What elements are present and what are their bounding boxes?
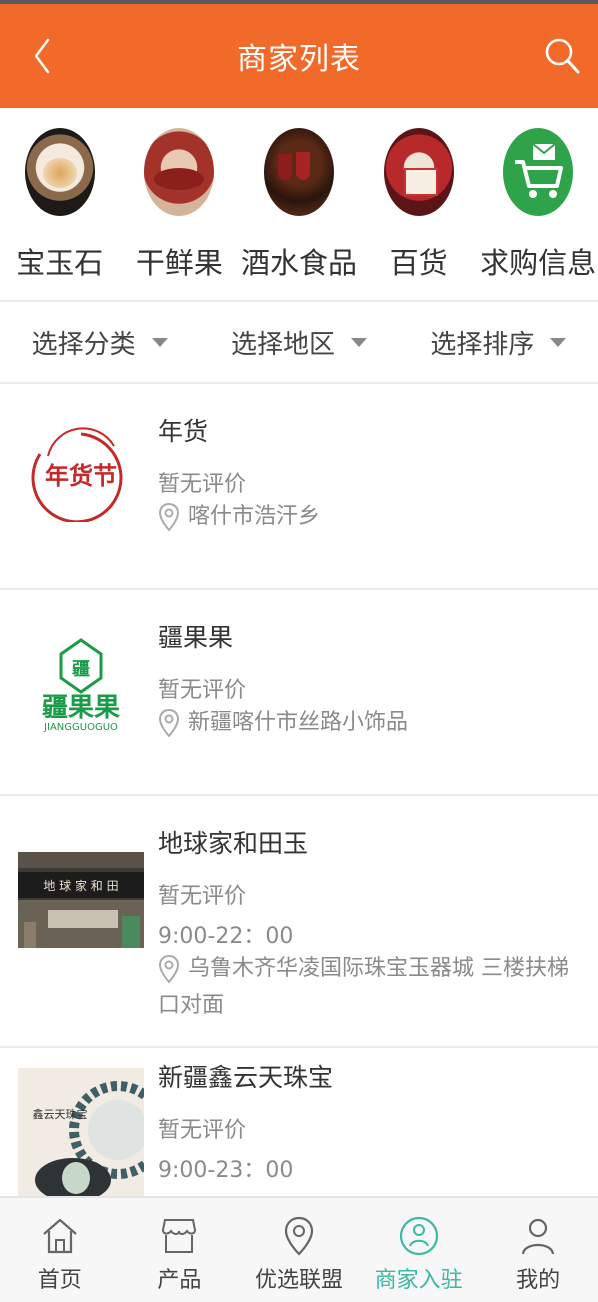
merchant-logo: 地 球 家 和 田 [18, 852, 144, 948]
tab-label: 我的 [516, 1268, 561, 1293]
logo-text: 鑫云天珠宝 [33, 1107, 88, 1121]
logo-badge-text: 疆 [72, 659, 90, 680]
merchant-rating: 暂无评价 [158, 472, 247, 497]
merchant-item[interactable]: 地 球 家 和 田 地球家和田玉 暂无评价 9:00-22：00 乌鲁木齐华凌国… [0, 796, 598, 1046]
merchant-address: 喀什市浩汗乡 [188, 504, 321, 529]
merchant-address: 乌鲁木齐华凌国际珠宝玉器城 三楼扶梯口对面 [158, 956, 569, 1018]
logo-text: 地 球 家 和 田 [43, 878, 118, 893]
merchant-rating: 暂无评价 [158, 884, 247, 909]
category-label: 酒水食品 [240, 246, 357, 280]
merchant-name: 疆果果 [158, 623, 234, 652]
filter-label: 选择分类 [31, 329, 136, 360]
filter-label: 选择排序 [430, 329, 535, 360]
caret-down-icon [550, 337, 567, 347]
dried-fruit-image [144, 128, 215, 216]
category-dried-fruit[interactable]: 干鲜果 [120, 108, 240, 300]
merchant-item[interactable]: 鑫云天珠宝 新疆鑫云天珠宝 暂无评价 9:00-23：00 [0, 1048, 598, 1196]
tab-products[interactable]: 产品 [120, 1198, 240, 1302]
tab-mine[interactable]: 我的 [478, 1198, 598, 1302]
category-label: 干鲜果 [135, 246, 223, 280]
home-icon [43, 1218, 77, 1254]
merchant-address-row: 新疆喀什市丝路小饰品 [158, 704, 578, 741]
user-icon [522, 1218, 555, 1255]
tab-alliance[interactable]: 优选联盟 [239, 1198, 359, 1302]
merchant-item[interactable]: 疆 疆果果 JIANGGUOGUO 疆果果 暂无评价 新疆喀什市丝路小饰品 [0, 590, 598, 794]
tab-home[interactable]: 首页 [0, 1198, 120, 1302]
drinks-food-image [263, 128, 334, 216]
filter-bar: 选择分类 选择地区 选择排序 [0, 302, 598, 382]
caret-down-icon [351, 337, 367, 347]
merchant-join-icon [399, 1216, 438, 1256]
filter-category-dropdown[interactable]: 选择分类 [0, 302, 199, 382]
merchant-item[interactable]: 年货节 年货 暂无评价 喀什市浩汗乡 [0, 384, 598, 588]
search-icon[interactable] [542, 34, 582, 78]
shopping-cart-icon [503, 128, 574, 216]
location-pin-icon [158, 502, 180, 532]
filter-region-dropdown[interactable]: 选择地区 [199, 302, 398, 382]
merchant-logo: 鑫云天珠宝 [18, 1068, 167, 1196]
category-label: 百货 [389, 246, 448, 280]
merchant-rating: 暂无评价 [158, 1118, 247, 1143]
gemstone-image [24, 128, 95, 216]
location-pin-icon [158, 954, 180, 984]
tab-label: 产品 [157, 1268, 202, 1293]
logo-subtext: JIANGGUOGUO [43, 722, 118, 732]
logo-text: 疆果果 [42, 693, 120, 723]
tab-label: 商家入驻 [374, 1268, 463, 1293]
merchant-logo: 疆 疆果果 JIANGGUOGUO [18, 636, 144, 733]
merchant-name: 新疆鑫云天珠宝 [158, 1063, 334, 1092]
merchant-address: 新疆喀什市丝路小饰品 [188, 710, 409, 735]
merchant-name: 年货 [158, 417, 209, 446]
category-label: 求购信息 [480, 246, 597, 280]
shop-icon [162, 1219, 197, 1253]
category-label: 宝玉石 [16, 246, 104, 280]
filter-sort-dropdown[interactable]: 选择排序 [399, 302, 598, 382]
merchant-hours: 9:00-23：00 [158, 1158, 294, 1183]
tab-label: 优选联盟 [254, 1268, 343, 1293]
merchant-logo: 年货节 [18, 426, 144, 524]
general-goods-image [383, 128, 454, 216]
tab-merchant-join[interactable]: 商家入驻 [359, 1198, 479, 1302]
page-title: 商家列表 [237, 42, 361, 77]
merchant-rating: 暂无评价 [158, 678, 247, 703]
bottom-tab-bar: 首页 产品 优选联盟 商家入驻 我的 [0, 1196, 598, 1302]
merchant-name: 地球家和田玉 [158, 829, 309, 858]
caret-down-icon [151, 337, 168, 347]
logo-text: 年货节 [45, 462, 117, 490]
category-gemstone[interactable]: 宝玉石 [0, 108, 120, 300]
merchant-address-row: 喀什市浩汗乡 [158, 498, 578, 535]
back-icon[interactable] [26, 36, 66, 76]
location-pin-icon [284, 1216, 314, 1256]
header-bar: 商家列表 [0, 4, 598, 108]
merchant-hours: 9:00-22：00 [158, 924, 294, 949]
tab-label: 首页 [37, 1268, 82, 1293]
merchant-address-row: 乌鲁木齐华凌国际珠宝玉器城 三楼扶梯口对面 [158, 950, 578, 1024]
category-purchase-requests[interactable]: 求购信息 [478, 108, 598, 300]
location-pin-icon [158, 708, 180, 738]
category-row: 宝玉石 干鲜果 酒水食品 百货 求购信息 [0, 108, 598, 300]
filter-label: 选择地区 [230, 329, 335, 360]
category-drinks-food[interactable]: 酒水食品 [239, 108, 359, 300]
category-general-goods[interactable]: 百货 [359, 108, 479, 300]
